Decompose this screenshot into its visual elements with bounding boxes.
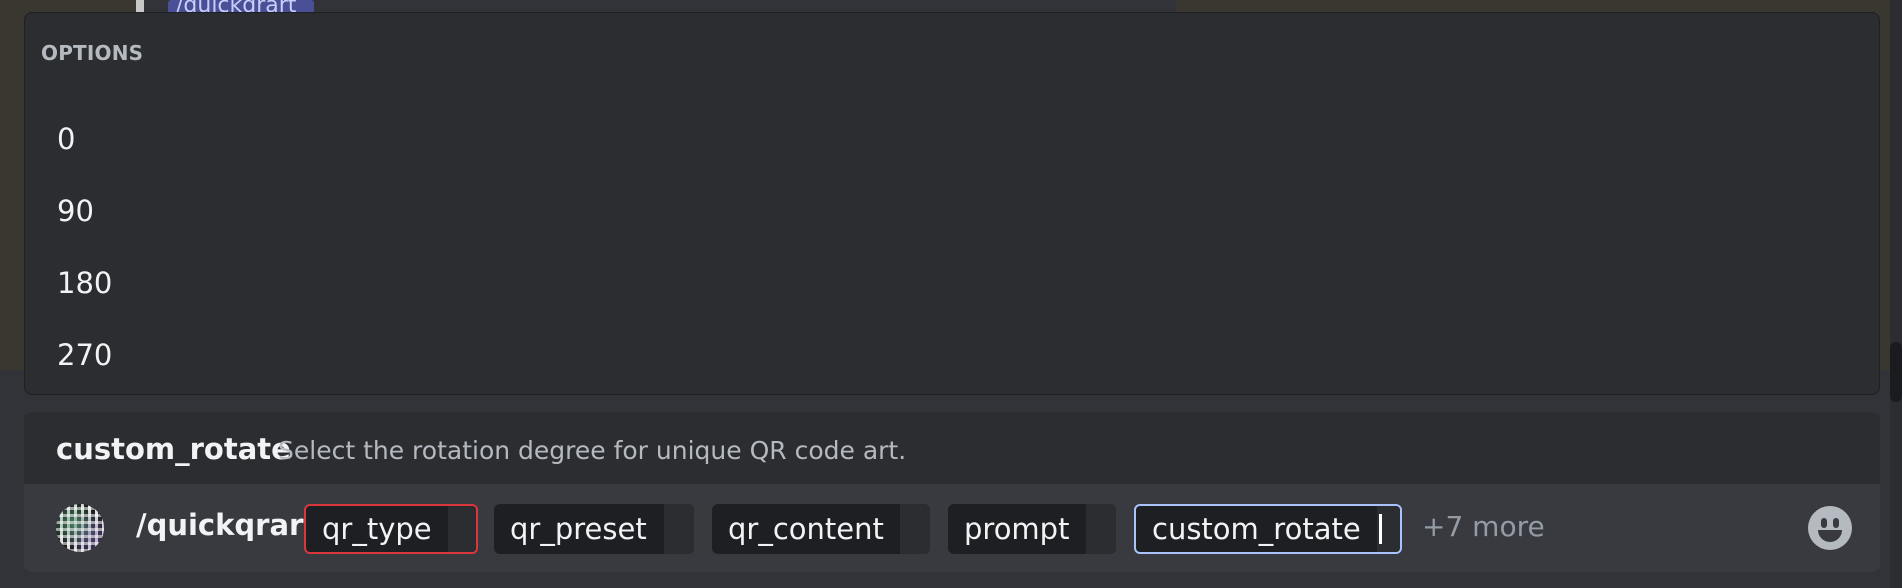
param-chip-label: qr_content: [728, 512, 884, 546]
param-chip-value[interactable]: [1086, 504, 1116, 554]
option-item-0[interactable]: 0: [57, 109, 1847, 169]
options-popup: OPTIONS 0 90 180 270: [24, 12, 1880, 395]
message-accent-bar: [136, 0, 144, 12]
param-chip-value[interactable]: [900, 504, 930, 554]
emoji-mouth: [1818, 530, 1842, 542]
param-chip-label: prompt: [964, 512, 1070, 546]
option-description-text: Select the rotation degree for unique QR…: [278, 436, 907, 465]
scrollbar-thumb[interactable]: [1890, 342, 1902, 402]
more-params-label[interactable]: +7 more: [1422, 510, 1545, 543]
param-chip-value[interactable]: [664, 504, 694, 554]
option-description-name: custom_rotate: [56, 432, 291, 466]
smile-emoji-icon[interactable]: [1808, 506, 1852, 550]
param-chip-label: custom_rotate: [1152, 512, 1361, 546]
emoji-eye: [1833, 518, 1839, 528]
command-input-bar[interactable]: /quickqrart qr_type qr_preset qr_content…: [24, 484, 1880, 572]
text-caret: [1378, 514, 1382, 544]
param-chip-qr-type[interactable]: qr_type: [304, 504, 478, 554]
scrollbar-track[interactable]: [1890, 0, 1902, 588]
emoji-eye: [1821, 518, 1827, 528]
option-item-90[interactable]: 90: [57, 181, 1847, 241]
qr-code-avatar: [56, 504, 104, 552]
param-chip-label: qr_type: [322, 512, 432, 546]
param-chip-qr-preset[interactable]: qr_preset: [494, 504, 694, 554]
options-heading: OPTIONS: [41, 41, 144, 65]
param-chip-label: qr_preset: [510, 512, 647, 546]
param-chip-qr-content[interactable]: qr_content: [712, 504, 930, 554]
option-item-270[interactable]: 270: [57, 325, 1847, 385]
command-name: /quickqrart: [136, 508, 318, 542]
param-chip-value[interactable]: [447, 506, 476, 552]
param-chip-value[interactable]: [1376, 506, 1400, 552]
param-chip-custom-rotate[interactable]: custom_rotate: [1134, 504, 1402, 554]
param-chip-prompt[interactable]: prompt: [948, 504, 1116, 554]
option-item-180[interactable]: 180: [57, 253, 1847, 313]
option-description-bar: custom_rotate Select the rotation degree…: [24, 412, 1880, 484]
